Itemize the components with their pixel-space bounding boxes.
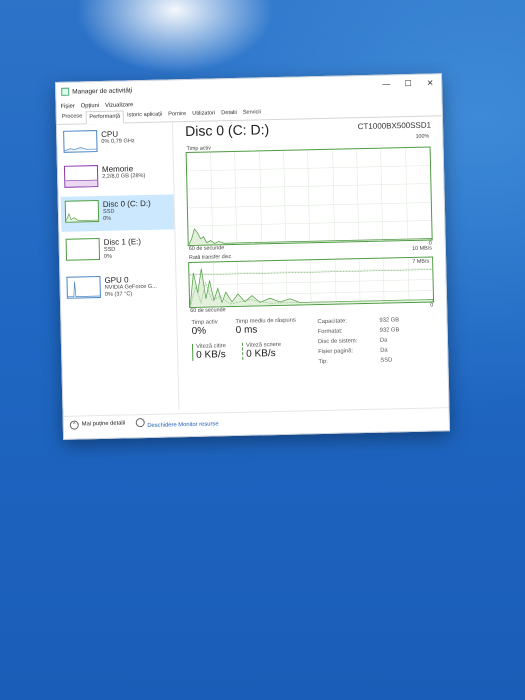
sidebar-item-gpu0[interactable]: GPU 0 NVIDIA GeForce G... 0% (37 °C) [62,270,176,308]
tab-services[interactable]: Servicii [240,107,264,120]
task-manager-app-icon [61,87,70,96]
active-time-stat: Timp activ 0% [191,319,218,337]
read-speed-stat: Viteză citire 0 KB/s [191,343,227,361]
disk0-mini-graph [64,200,100,223]
window-title: Manager de activități [72,86,133,96]
write-speed-stat-value: 0 KB/s [246,348,276,360]
performance-content: CPU 0% 0,79 GHz Memorie 2,2/8,0 GB (28%) [57,116,448,412]
sidebar-item-memory[interactable]: Memorie 2,2/8,0 GB (28%) [60,159,174,197]
transfer-graph-label: Rată transfer disc [188,254,232,262]
resource-sidebar: CPU 0% 0,79 GHz Memorie 2,2/8,0 GB (28%) [58,122,180,412]
property-value: 932 GB [379,327,400,334]
sidebar-item-detail: 2,2/8,0 GB (28%) [102,172,146,180]
tab-app-history[interactable]: Istoric aplicații [124,110,165,123]
disk-detail-panel: Disc 0 (C: D:) CT1000BX500SSD1 Timp acti… [185,116,441,409]
property-row: Tip: SSD [318,357,400,369]
sidebar-item-cpu[interactable]: CPU 0% 0,79 GHz [59,124,173,162]
tab-performance[interactable]: Performanță [85,110,125,125]
status-footer: ^ Mai puține detalii Deschidere Monitor r… [63,407,449,434]
disk-title: Disc 0 (C: D:) [184,121,270,140]
resource-monitor-icon [135,418,145,428]
property-value: Da [380,347,388,354]
chevron-up-icon: ^ [69,420,79,430]
response-time-stat: Timp mediu de răspuns 0 ms [235,318,296,336]
cpu-mini-graph [63,130,98,153]
disk-model: CT1000BX500SSD1 [357,120,432,132]
sidebar-item-usage: 0% (37 °C) [104,291,133,298]
sidebar-item-disk1[interactable]: Disc 1 (E:) SSD 0% [61,232,175,270]
read-speed-stat-value: 0 KB/s [196,349,226,361]
memory-mini-graph [63,165,99,188]
active-time-stat-value: 0% [191,325,207,337]
response-time-stat-value: 0 ms [235,324,258,336]
tab-processes[interactable]: Procese [59,111,86,124]
sidebar-item-detail: 0% 0,79 GHz [101,138,135,145]
fewer-details-label: Mai puține detalii [81,420,126,428]
close-button[interactable]: ✕ [419,74,441,90]
sidebar-item-usage: 0% [103,215,112,222]
transfer-graph-min: 0 [430,302,434,309]
property-key: Tip: [318,358,328,366]
property-value: Da [379,337,388,344]
menu-view[interactable]: Vizualizare [105,102,133,109]
task-manager-window: Manager de activități — ☐ ✕ Fișier Opțiu… [55,73,451,440]
open-resource-monitor-label: Deschidere Monitor resurse [147,421,219,429]
active-time-graph-max: 100% [415,133,430,140]
active-time-graph [185,146,433,247]
transfer-rate-graph: 7 MB/s [188,256,435,309]
property-value: SSD [380,357,393,364]
sidebar-item-label: Disc 1 (E:) [103,237,142,247]
sidebar-item-label: Disc 0 (C: D:) [102,198,151,209]
transfer-graph-duration: 60 de secunde [190,307,226,314]
minimize-button[interactable]: — [375,75,397,91]
disk1-mini-graph [65,238,101,261]
maximize-button[interactable]: ☐ [397,75,419,91]
tab-details[interactable]: Detalii [218,108,240,120]
fewer-details-button[interactable]: ^ Mai puține detalii [69,419,126,430]
property-value: 932 GB [379,317,400,324]
sidebar-item-usage: 0% [103,253,113,260]
disk-properties: Capacitate: 932 GB Formatat: 932 GB Disc d… [317,317,400,369]
write-speed-stat: Viteză scriere 0 KB/s [241,341,282,360]
tab-users[interactable]: Utilizatori [189,108,218,121]
menu-file[interactable]: Fișier [60,103,74,109]
gpu-mini-graph [66,276,101,299]
transfer-graph-max: 10 MB/s [412,245,432,252]
tab-startup[interactable]: Pornire [165,109,189,122]
open-resource-monitor-link[interactable]: Deschidere Monitor resurse [135,416,219,429]
active-time-graph-duration: 60 de secunde [188,245,225,253]
sidebar-item-disk0[interactable]: Disc 0 (C: D:) SSD 0% [60,194,175,232]
menu-options[interactable]: Opțiuni [81,103,100,109]
